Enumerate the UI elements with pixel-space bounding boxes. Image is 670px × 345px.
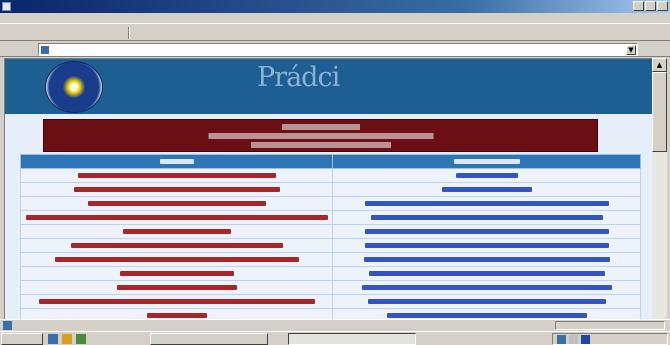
column-header-label: [159, 159, 194, 164]
results-table: [20, 154, 641, 323]
toolbar-separator: [128, 27, 130, 39]
status-bar: [0, 319, 670, 331]
table-row: [20, 238, 641, 253]
menu-item[interactable]: [240, 14, 270, 22]
system-tray: [552, 333, 668, 345]
table-row: [20, 168, 641, 183]
start-button[interactable]: [1, 333, 43, 345]
column-header: [20, 154, 333, 169]
topic-cell: [25, 215, 328, 220]
topic-cell: [77, 173, 276, 178]
topic-cell: [70, 243, 283, 248]
scrollbar-thumb[interactable]: [652, 72, 667, 152]
table-row: [20, 294, 641, 309]
security-zone: [555, 321, 665, 330]
media-launch-icon[interactable]: [76, 334, 86, 344]
table-header-row: [20, 154, 641, 169]
taskbar-button[interactable]: [150, 333, 268, 345]
window-title-bar: [0, 0, 670, 13]
page-status-icon: [3, 321, 12, 330]
header-line: [208, 133, 433, 139]
scroll-up-icon[interactable]: ▲: [652, 58, 667, 72]
go-button[interactable]: [644, 45, 666, 53]
table-row: [20, 196, 641, 211]
search-button[interactable]: [134, 28, 178, 38]
site-banner: Prádci: [5, 59, 652, 114]
header-line: [281, 124, 360, 130]
menu-item[interactable]: [116, 14, 160, 22]
stop-button[interactable]: [76, 28, 90, 38]
taskbar-button-active[interactable]: [288, 333, 416, 345]
link-cell[interactable]: [370, 215, 603, 220]
mail-button[interactable]: [310, 28, 370, 38]
address-field[interactable]: ▼: [38, 43, 638, 56]
column-header-label: [453, 159, 520, 164]
address-label: [3, 45, 33, 53]
link-cell[interactable]: [368, 271, 605, 276]
url-text[interactable]: [52, 46, 282, 53]
topic-cell: [122, 229, 231, 234]
topic-cell: [146, 313, 207, 318]
topic-cell: [38, 299, 315, 304]
link-cell[interactable]: [364, 229, 609, 234]
tray-network-icon[interactable]: [557, 335, 566, 344]
table-row: [20, 210, 641, 225]
back-button[interactable]: [3, 28, 47, 38]
menu-item[interactable]: [3, 14, 33, 22]
home-button[interactable]: [110, 28, 124, 38]
link-cell[interactable]: [364, 201, 609, 206]
media-button[interactable]: [246, 28, 282, 38]
vertical-scrollbar[interactable]: ▲ ▼: [652, 58, 667, 333]
link-cell[interactable]: [455, 173, 518, 178]
link-cell[interactable]: [441, 187, 532, 192]
header-line: [250, 142, 391, 148]
maximize-icon[interactable]: [645, 1, 656, 11]
chevron-down-icon[interactable]: ▼: [626, 45, 636, 55]
menu-item[interactable]: [40, 14, 72, 22]
close-icon[interactable]: [657, 1, 668, 11]
menu-item[interactable]: [80, 14, 108, 22]
refresh-button[interactable]: [93, 28, 107, 38]
menu-bar: [0, 13, 670, 24]
browser-launch-icon[interactable]: [62, 334, 72, 344]
link-cell[interactable]: [367, 299, 606, 304]
history-button[interactable]: [288, 28, 306, 38]
table-row: [20, 224, 641, 239]
taskbar: [0, 331, 670, 345]
topic-cell: [54, 257, 299, 262]
browser-icon: [2, 2, 11, 11]
address-bar: ▼: [0, 42, 670, 57]
menu-item[interactable]: [212, 14, 234, 22]
link-cell[interactable]: [386, 313, 587, 318]
navigation-toolbar: [0, 25, 670, 41]
topic-cell: [87, 201, 266, 206]
site-wordmark: Prádci: [257, 62, 340, 93]
tray-volume-icon[interactable]: [569, 335, 578, 344]
table-row: [20, 252, 641, 267]
link-cell[interactable]: [361, 285, 612, 290]
emblem-logo: [45, 61, 103, 113]
column-header: [332, 154, 641, 169]
link-cell[interactable]: [364, 243, 609, 248]
table-row: [20, 266, 641, 281]
table-row: [20, 280, 641, 295]
window-controls: [633, 1, 668, 11]
page-content[interactable]: Prádci: [4, 58, 652, 333]
tray-app-icon[interactable]: [581, 335, 590, 344]
favorites-button[interactable]: [184, 28, 240, 38]
print-button[interactable]: [376, 28, 426, 38]
link-cell[interactable]: [363, 257, 610, 262]
page-header: [43, 119, 598, 152]
table-row: [20, 182, 641, 197]
forward-button[interactable]: [52, 28, 72, 38]
page-icon: [41, 46, 49, 54]
menu-item[interactable]: [168, 14, 204, 22]
topic-cell: [119, 271, 234, 276]
minimize-icon[interactable]: [633, 1, 644, 11]
show-desktop-icon[interactable]: [48, 334, 58, 344]
topic-cell: [116, 285, 237, 290]
topic-cell: [73, 187, 280, 192]
